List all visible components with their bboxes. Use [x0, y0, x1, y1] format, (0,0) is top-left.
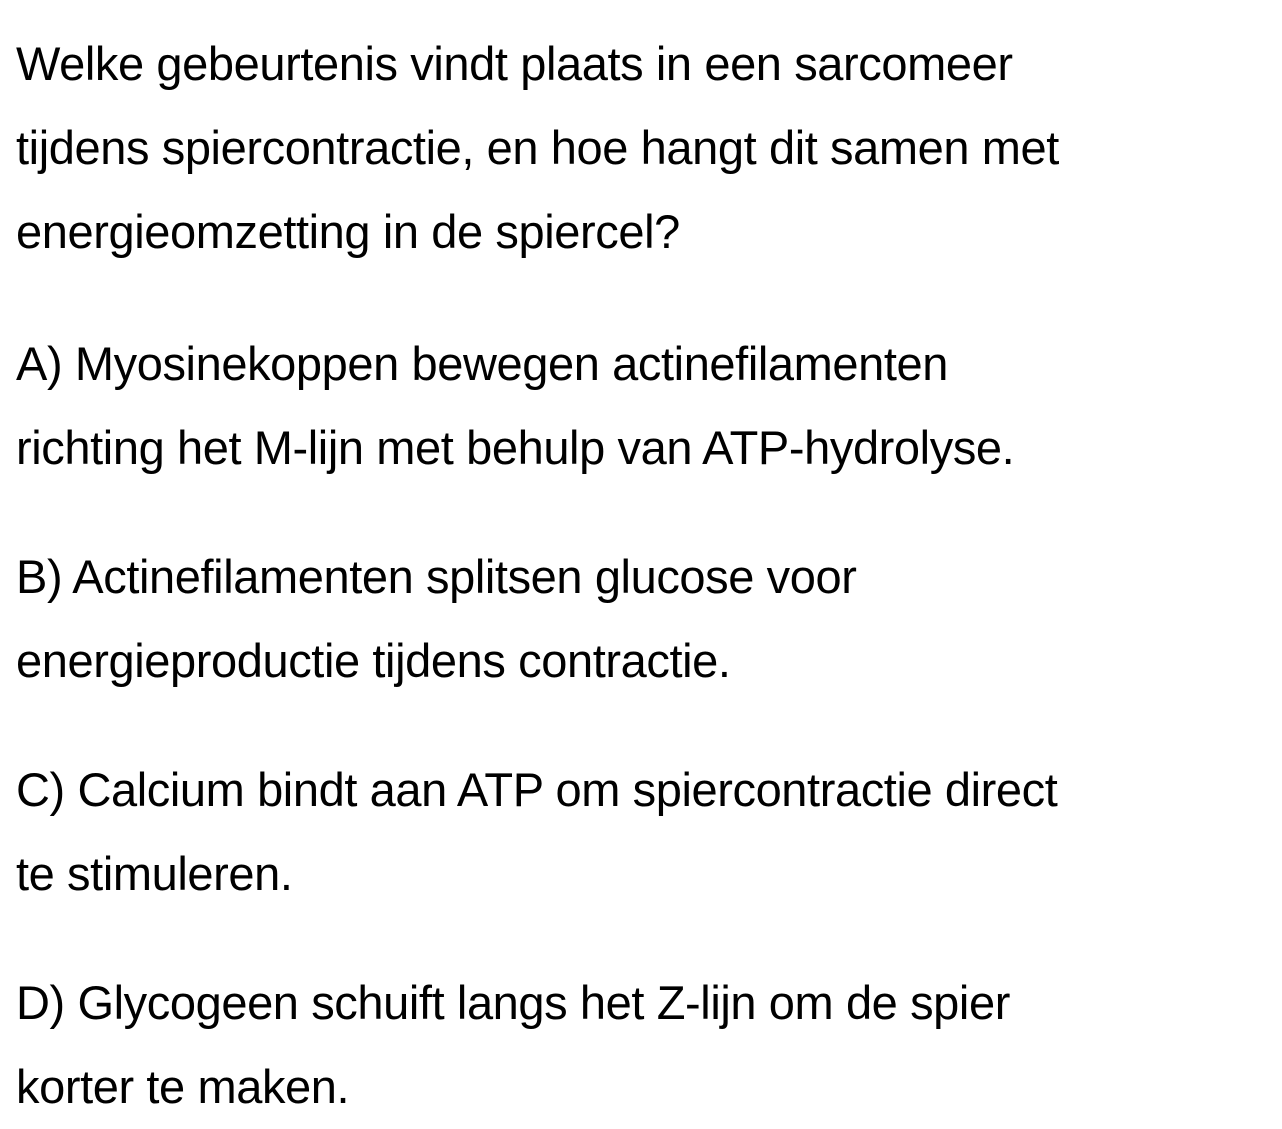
quiz-document: Welke gebeurtenis vindt plaats in een sa…	[16, 22, 1278, 1129]
question-line: energieomzetting in de spiercel?	[16, 205, 680, 258]
option-c-line: te stimuleren.	[16, 847, 293, 900]
option-d-line: D) Glycogeen schuift langs het Z-lijn om…	[16, 976, 1010, 1029]
option-d-line: korter te maken.	[16, 1060, 350, 1113]
option-a-line: richting het M-lijn met behulp van ATP-h…	[16, 421, 1015, 474]
option-b: B) Actinefilamenten splitsen glucose voo…	[16, 535, 1278, 703]
option-b-line: energieproductie tijdens contractie.	[16, 634, 731, 687]
question-line: Welke gebeurtenis vindt plaats in een sa…	[16, 37, 1013, 90]
option-b-line: B) Actinefilamenten splitsen glucose voo…	[16, 550, 857, 603]
option-c: C) Calcium bindt aan ATP om spiercontrac…	[16, 748, 1278, 916]
option-a: A) Myosinekoppen bewegen actinefilamente…	[16, 322, 1278, 490]
question-text: Welke gebeurtenis vindt plaats in een sa…	[16, 22, 1278, 274]
option-a-line: A) Myosinekoppen bewegen actinefilamente…	[16, 337, 949, 390]
option-d: D) Glycogeen schuift langs het Z-lijn om…	[16, 961, 1278, 1129]
option-c-line: C) Calcium bindt aan ATP om spiercontrac…	[16, 763, 1058, 816]
question-line: tijdens spiercontractie, en hoe hangt di…	[16, 121, 1059, 174]
